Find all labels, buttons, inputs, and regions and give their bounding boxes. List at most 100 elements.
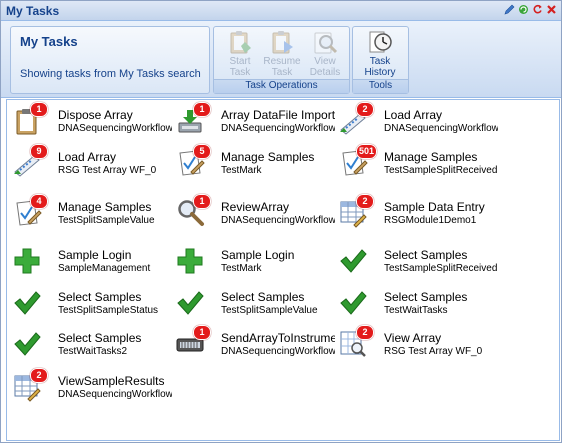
task-workflow: DNASequencingWorkflow_5 xyxy=(221,215,335,226)
task-count-badge: 5 xyxy=(193,144,211,159)
reload-icon[interactable] xyxy=(532,4,543,15)
resume-task-label-1: Resume xyxy=(263,56,301,67)
task-item[interactable]: 5 Manage Samples TestMark xyxy=(175,144,335,188)
task-workflow: DNASequencingWorkflow_5 xyxy=(221,346,335,357)
task-workflow: TestMark xyxy=(221,263,262,274)
plus-icon xyxy=(12,246,42,276)
task-item[interactable]: 1 Array DataFile Import DNASequencingWorkf… xyxy=(175,102,335,146)
window-controls xyxy=(504,4,557,15)
task-name: Manage Samples xyxy=(58,200,152,214)
view-details-button[interactable]: View Details xyxy=(303,29,347,79)
task-workflow: TestSplitSampleValue xyxy=(221,305,318,316)
task-operations-group: Start Task Resume Task View Details Task… xyxy=(213,26,350,94)
tools-group: Task History Tools xyxy=(352,26,409,94)
task-name: Select Samples xyxy=(384,290,468,304)
task-workflow: TestSplitSampleStatus xyxy=(58,305,159,316)
checkmark-icon xyxy=(12,288,42,318)
task-item[interactable]: 2 Load Array DNASequencingWorkflow_5 xyxy=(338,102,498,146)
task-history-button[interactable]: Task History xyxy=(358,29,402,79)
window-titlebar[interactable]: My Tasks xyxy=(1,1,561,21)
checkmark-icon xyxy=(175,288,205,318)
task-item[interactable]: Select Samples TestSplitSampleValue xyxy=(175,288,335,328)
page-title: My Tasks xyxy=(20,34,78,49)
start-task-button[interactable]: Start Task xyxy=(218,29,262,79)
task-workflow: DNASequencingWorkflow_5 xyxy=(221,123,335,134)
task-item[interactable]: Select Samples TestSampleSplitReceived xyxy=(338,246,498,286)
task-operations-label: Task Operations xyxy=(214,79,349,93)
task-workflow: TestMark xyxy=(221,165,262,176)
task-workflow: TestWaitTasks xyxy=(384,305,448,316)
resume-icon xyxy=(269,29,295,55)
task-count-badge: 501 xyxy=(356,144,378,159)
task-name: Load Array xyxy=(384,108,443,122)
task-workflow: DNASequencingWorkflow_5 xyxy=(384,123,498,134)
clipboard-icon xyxy=(227,29,253,55)
task-item[interactable]: 1 Dispose Array DNASequencingWorkflow_5 xyxy=(12,102,172,146)
task-item[interactable]: 1 SendArrayToInstrument DNASequencingWorkf… xyxy=(175,325,335,369)
task-name: Select Samples xyxy=(384,248,468,262)
task-count-badge: 2 xyxy=(30,368,48,383)
task-item[interactable]: Select Samples TestWaitTasks2 xyxy=(12,329,172,369)
task-item[interactable]: 2 Sample Data Entry RSGModule1Demo1 xyxy=(338,194,498,238)
task-count-badge: 1 xyxy=(193,194,211,209)
task-item[interactable]: 501 Manage Samples TestSampleSplitReceived xyxy=(338,144,498,188)
task-name: ReviewArray xyxy=(221,200,290,214)
task-item[interactable]: 2 ViewSampleResults DNASequencingWorkflow_… xyxy=(12,368,172,412)
task-name: Select Samples xyxy=(221,290,305,304)
task-workflow: RSG Test Array WF_0 xyxy=(58,165,157,176)
task-count-badge: 2 xyxy=(356,194,374,209)
task-item[interactable]: Sample Login TestMark xyxy=(175,246,335,286)
task-workflow: TestSplitSampleValue xyxy=(58,215,155,226)
close-icon[interactable] xyxy=(546,4,557,15)
task-item[interactable]: Select Samples TestSplitSampleStatus xyxy=(12,288,172,328)
task-workflow: TestSampleSplitReceived xyxy=(384,263,498,274)
task-count-badge: 1 xyxy=(193,325,211,340)
checkmark-icon xyxy=(12,329,42,359)
pencil-icon[interactable] xyxy=(504,4,515,15)
task-name: ViewSampleResults xyxy=(58,374,165,388)
plus-icon xyxy=(175,246,205,276)
task-name: Select Samples xyxy=(58,290,142,304)
start-task-label-1: Start xyxy=(229,56,251,67)
magnifier-icon xyxy=(312,29,338,55)
task-count-badge: 1 xyxy=(30,102,48,117)
checkmark-icon xyxy=(338,246,368,276)
task-count-badge: 4 xyxy=(30,194,48,209)
task-name: SendArrayToInstrument xyxy=(221,331,335,345)
task-item[interactable]: Select Samples TestWaitTasks xyxy=(338,288,498,328)
header-panel: My Tasks Showing tasks from My Tasks sea… xyxy=(10,26,210,94)
task-count-badge: 2 xyxy=(356,102,374,117)
task-item[interactable]: 1 ReviewArray DNASequencingWorkflow_5 xyxy=(175,194,335,238)
task-name: Sample Login xyxy=(58,248,132,262)
task-workflow: TestSampleSplitReceived xyxy=(384,165,498,176)
task-item[interactable]: 9 Load Array RSG Test Array WF_0 xyxy=(12,144,172,188)
page-subtitle: Showing tasks from My Tasks search xyxy=(20,68,201,80)
task-history-label-2: History xyxy=(364,67,396,78)
task-count-badge: 1 xyxy=(193,102,211,117)
task-item[interactable]: 2 View Array RSG Test Array WF_0 xyxy=(338,325,498,369)
refresh-icon[interactable] xyxy=(518,4,529,15)
task-name: Load Array xyxy=(58,150,117,164)
view-details-label-1: View xyxy=(314,56,336,67)
window-title: My Tasks xyxy=(6,4,60,18)
task-workflow: DNASequencingWorkflow_5 xyxy=(58,123,172,134)
clock-icon xyxy=(367,29,393,55)
checkmark-icon xyxy=(338,288,368,318)
task-workflow: SampleManagement xyxy=(58,263,151,274)
task-name: Sample Data Entry xyxy=(384,200,485,214)
view-details-label-2: Details xyxy=(309,67,341,78)
task-name: Manage Samples xyxy=(221,150,315,164)
task-workflow: RSG Test Array WF_0 xyxy=(384,346,483,357)
task-count-badge: 2 xyxy=(356,325,374,340)
task-name: Dispose Array xyxy=(58,108,133,122)
task-workflow: RSGModule1Demo1 xyxy=(384,215,477,226)
task-name: Select Samples xyxy=(58,331,142,345)
task-item[interactable]: 4 Manage Samples TestSplitSampleValue xyxy=(12,194,172,238)
task-workflow: DNASequencingWorkflow_5 xyxy=(58,389,172,400)
task-item[interactable]: Sample Login SampleManagement xyxy=(12,246,172,286)
task-list: 1 Dispose Array DNASequencingWorkflow_5 1 Ar… xyxy=(6,99,560,441)
resume-task-button[interactable]: Resume Task xyxy=(260,29,304,79)
resume-task-label-2: Task xyxy=(271,67,293,78)
task-history-label-1: Task xyxy=(369,56,391,67)
my-tasks-window: My Tasks My Tasks Showing tasks from My … xyxy=(0,0,562,443)
